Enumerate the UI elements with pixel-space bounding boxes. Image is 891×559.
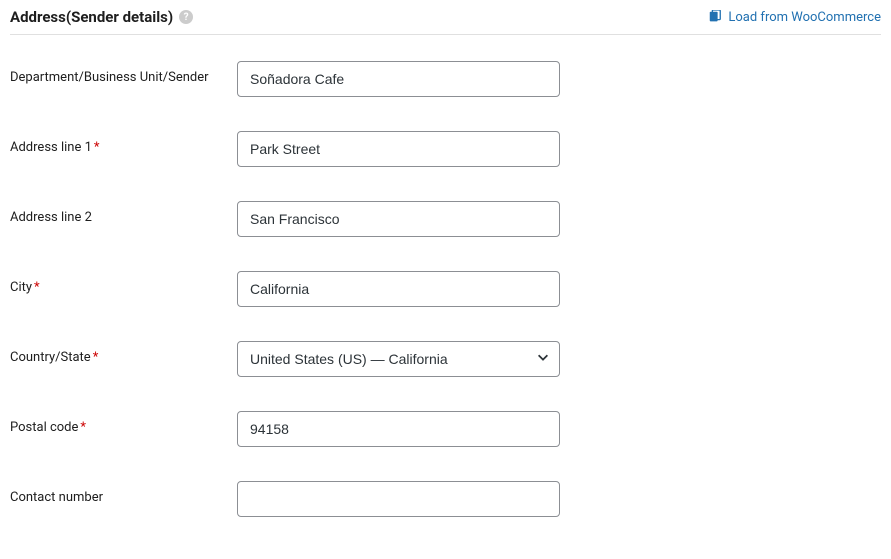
field-row-address-line-1: Address line 1*	[10, 131, 881, 167]
section-title-text: Address(Sender details)	[10, 8, 173, 26]
required-asterisk: *	[34, 280, 40, 295]
label-text: Department/Business Unit/Sender	[10, 70, 209, 85]
city-label: City*	[10, 271, 237, 297]
contact-number-label: Contact number	[10, 481, 237, 507]
label-text: Country/State	[10, 350, 91, 365]
address-line-1-control	[237, 131, 560, 167]
section-header: Address(Sender details) ? Load from WooC…	[10, 8, 881, 35]
load-from-woocommerce-link[interactable]: Load from WooCommerce	[708, 10, 881, 25]
label-text: Address line 1	[10, 140, 92, 155]
address-line-2-label: Address line 2	[10, 201, 237, 227]
field-row-contact-number: Contact number	[10, 481, 881, 517]
load-link-label: Load from WooCommerce	[728, 10, 881, 25]
city-input[interactable]	[237, 271, 560, 307]
address-line-2-input[interactable]	[237, 201, 560, 237]
postal-code-label: Postal code*	[10, 411, 237, 437]
postal-code-control	[237, 411, 560, 447]
required-asterisk: *	[80, 420, 86, 435]
postal-code-input[interactable]	[237, 411, 560, 447]
field-row-city: City*	[10, 271, 881, 307]
country-state-select-wrap: United States (US) — California	[237, 341, 560, 377]
section-title: Address(Sender details) ?	[10, 8, 193, 26]
address-line-1-label: Address line 1*	[10, 131, 237, 157]
copy-icon	[708, 10, 722, 24]
country-state-select[interactable]: United States (US) — California	[237, 341, 560, 377]
field-row-address-line-2: Address line 2	[10, 201, 881, 237]
address-line-1-input[interactable]	[237, 131, 560, 167]
help-icon[interactable]: ?	[179, 10, 193, 24]
department-control	[237, 61, 560, 97]
required-asterisk: *	[93, 350, 99, 365]
contact-number-control	[237, 481, 560, 517]
label-text: Address line 2	[10, 210, 92, 225]
city-control	[237, 271, 560, 307]
field-row-country-state: Country/State* United States (US) — Cali…	[10, 341, 881, 377]
contact-number-input[interactable]	[237, 481, 560, 517]
label-text: Contact number	[10, 490, 103, 505]
country-state-control: United States (US) — California	[237, 341, 560, 377]
label-text: City	[10, 280, 32, 295]
country-state-label: Country/State*	[10, 341, 237, 367]
label-text: Postal code	[10, 420, 78, 435]
department-label: Department/Business Unit/Sender	[10, 61, 237, 87]
required-asterisk: *	[94, 140, 100, 155]
department-input[interactable]	[237, 61, 560, 97]
address-line-2-control	[237, 201, 560, 237]
field-row-postal-code: Postal code*	[10, 411, 881, 447]
field-row-department: Department/Business Unit/Sender	[10, 61, 881, 97]
